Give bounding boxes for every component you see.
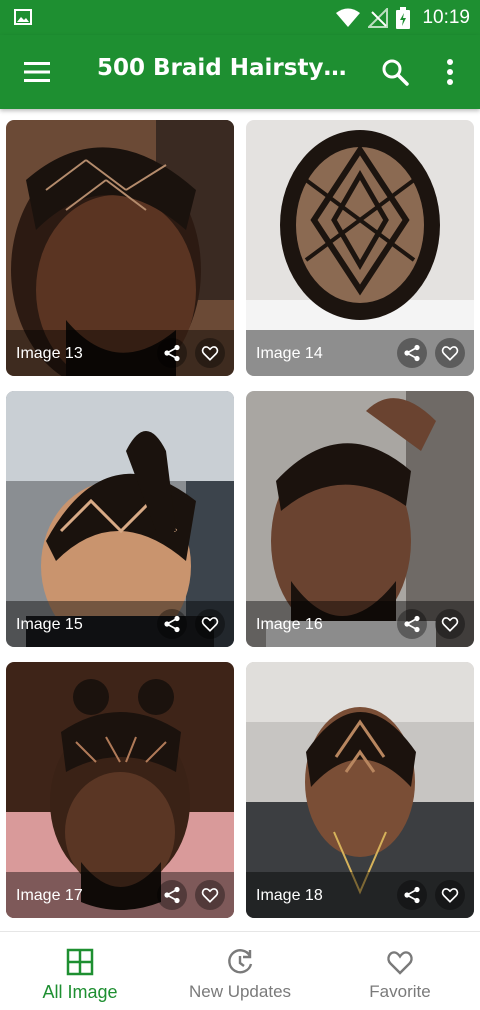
nav-label: All Image: [42, 982, 118, 1002]
favorite-button[interactable]: [435, 338, 465, 368]
share-icon: [164, 344, 180, 362]
nav-new-updates[interactable]: New Updates: [160, 932, 320, 1010]
update-clock-icon: [228, 949, 253, 974]
heart-outline-icon: [441, 888, 459, 903]
share-icon: [164, 615, 180, 633]
image-label: Image 17: [16, 887, 83, 904]
share-button[interactable]: [157, 338, 187, 368]
nav-label: New Updates: [188, 982, 292, 1001]
image-label: Image 18: [256, 887, 323, 904]
gallery-notification-icon: [14, 9, 32, 25]
favorite-button[interactable]: [195, 609, 225, 639]
image-card[interactable]: Image 14: [246, 120, 474, 376]
favorite-button[interactable]: [195, 338, 225, 368]
app-screen: 10:19 500 Braid Hairstyle... Image 13 Im…: [0, 0, 480, 1010]
image-grid: Image 13 Image 14 Image 15 Image 16 Imag…: [0, 109, 480, 931]
image-label: Image 15: [16, 616, 83, 633]
signal-off-icon: [368, 7, 389, 28]
bottom-navigation: All Image New Updates Favorite: [0, 931, 480, 1010]
heart-outline-icon: [387, 951, 413, 975]
favorite-button[interactable]: [435, 609, 465, 639]
image-card[interactable]: Image 13: [6, 120, 234, 376]
app-title: 500 Braid Hairstyle...: [97, 55, 352, 81]
nav-favorite[interactable]: Favorite: [320, 932, 480, 1010]
share-icon: [164, 886, 180, 904]
app-bar: 500 Braid Hairstyle...: [0, 35, 480, 109]
image-label: Image 14: [256, 345, 323, 362]
share-button[interactable]: [397, 880, 427, 910]
share-button[interactable]: [397, 338, 427, 368]
heart-outline-icon: [201, 346, 219, 361]
battery-icon: [396, 6, 411, 29]
nav-label: Favorite: [369, 982, 431, 1001]
status-time: 10:19: [422, 6, 470, 28]
share-button[interactable]: [157, 880, 187, 910]
nav-all-image[interactable]: All Image: [0, 932, 160, 1010]
menu-icon[interactable]: [22, 59, 52, 85]
image-card[interactable]: Image 17: [6, 662, 234, 918]
heart-outline-icon: [441, 617, 459, 632]
search-icon[interactable]: [380, 57, 410, 87]
status-bar: 10:19: [0, 0, 480, 35]
wifi-icon: [336, 8, 361, 27]
more-vert-icon[interactable]: [440, 57, 460, 87]
heart-outline-icon: [201, 617, 219, 632]
heart-outline-icon: [201, 888, 219, 903]
heart-outline-icon: [441, 346, 459, 361]
grid-icon: [66, 948, 94, 976]
share-icon: [404, 615, 420, 633]
image-label: Image 13: [16, 345, 83, 362]
share-icon: [404, 886, 420, 904]
favorite-button[interactable]: [435, 880, 465, 910]
image-card[interactable]: Image 15: [6, 391, 234, 647]
share-icon: [404, 344, 420, 362]
share-button[interactable]: [397, 609, 427, 639]
image-label: Image 16: [256, 616, 323, 633]
image-card[interactable]: Image 18: [246, 662, 474, 918]
favorite-button[interactable]: [195, 880, 225, 910]
share-button[interactable]: [157, 609, 187, 639]
image-card[interactable]: Image 16: [246, 391, 474, 647]
